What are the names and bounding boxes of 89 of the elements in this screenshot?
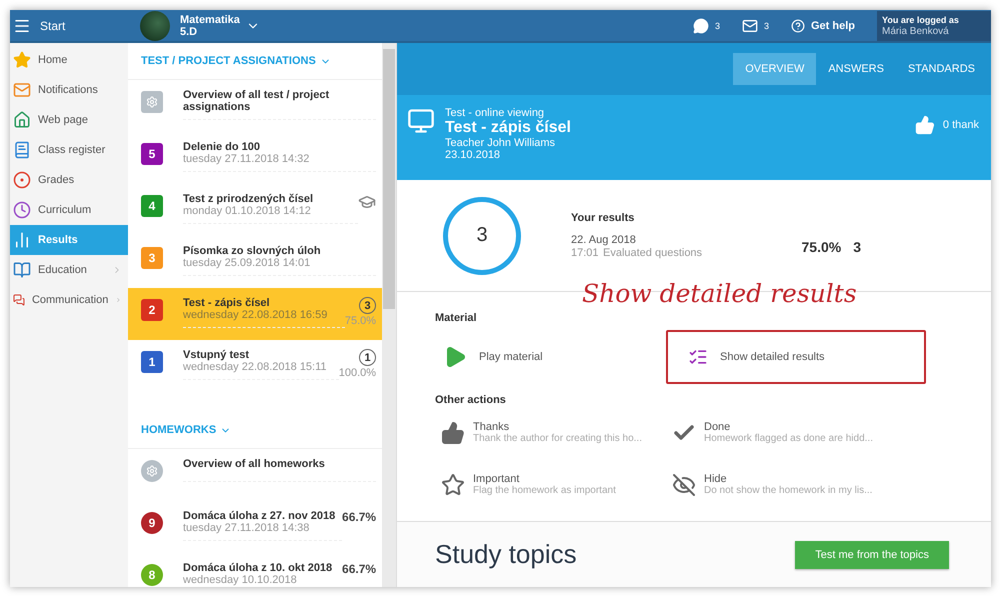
book-icon — [13, 141, 31, 159]
number-badge: 5 — [141, 143, 163, 165]
results-title: Your results — [571, 212, 636, 224]
item-date: wednesday 10.10.2018 — [183, 574, 298, 586]
teacher-name: Teacher John Williams — [445, 137, 556, 149]
sidebar-item[interactable]: Grades — [10, 165, 128, 195]
test-title: Test - zápis čísel — [445, 119, 572, 137]
result-note: Evaluated questions — [602, 247, 702, 259]
score-ring: 3 — [443, 196, 521, 274]
message-count: 3 — [714, 20, 720, 30]
number-badge: 9 — [141, 512, 163, 534]
item-date: tuesday 27.11.2018 14:38 — [183, 522, 310, 534]
item-title: Domáca úloha z 10. okt 2018 — [183, 562, 334, 574]
action-description: Homework flagged as done are hidd... — [704, 433, 873, 445]
material-link[interactable]: Play material — [435, 330, 650, 384]
sidebar-item[interactable]: Education — [10, 255, 128, 285]
start-label[interactable]: Start — [40, 18, 66, 32]
eye-off-icon[interactable] — [672, 473, 696, 497]
result-percent: 75.0% — [802, 238, 842, 254]
thumbs-up-icon[interactable] — [441, 421, 465, 445]
action-title[interactable]: Hide — [704, 473, 872, 485]
percent: 100.0% — [338, 367, 376, 379]
list-item[interactable]: 2 Test - zápis čísel wednesday 22.08.2018 16:59 3 75.0% — [128, 288, 382, 340]
result-time: 17:01 — [571, 247, 599, 259]
envelope-icon — [13, 81, 31, 99]
annotation-label: Show detailed results — [582, 279, 857, 308]
item-title: Test z prirodzených čísel — [183, 193, 314, 205]
sidebar-item[interactable]: Home — [10, 45, 128, 75]
test-type: Test - online viewing — [445, 107, 546, 119]
tab[interactable]: ANSWERS — [816, 53, 896, 85]
material-link[interactable]: Show detailed results — [666, 330, 926, 384]
test-date: 23.10.2018 — [445, 149, 502, 161]
class-name[interactable]: Matematika — [180, 14, 240, 26]
envelope-icon[interactable] — [742, 18, 758, 34]
scrollbar[interactable] — [382, 43, 396, 587]
star-icon — [13, 51, 31, 69]
house-icon — [13, 111, 31, 129]
sidebar-item[interactable]: Notifications — [10, 75, 128, 105]
score: 3 — [359, 297, 376, 314]
other-actions-title: Other actions — [435, 394, 507, 406]
number-badge: 2 — [141, 299, 163, 321]
item-date: wednesday 22.08.2018 16:59 — [183, 309, 328, 321]
item-title: Delenie do 100 — [183, 141, 262, 153]
action-description: Flag the homework as important — [473, 485, 616, 497]
class-photo-placeholder — [140, 10, 170, 40]
class-section: 5.D — [180, 26, 240, 38]
item-title: Test - zápis čísel — [183, 297, 271, 309]
item-title: Písomka zo slovných úloh — [183, 245, 322, 257]
item-title: Overview of all test / project assignations — [183, 89, 330, 113]
item-date: monday 01.10.2018 14:12 — [183, 205, 312, 217]
thanks-count: 0 thank — [942, 119, 979, 131]
number-badge: 4 — [141, 195, 163, 217]
result-points: 3 — [853, 238, 861, 254]
action-description: Thank the author for creating this ho... — [473, 433, 642, 445]
help-link[interactable]: Get help — [810, 20, 855, 32]
study-topics-title: Study topics — [435, 539, 577, 570]
tab[interactable]: STANDARDS — [896, 53, 987, 85]
number-badge: 8 — [141, 564, 163, 586]
sidebar-item[interactable]: Class register — [10, 135, 128, 165]
clock-icon — [13, 201, 31, 219]
action-title[interactable]: Done — [704, 421, 873, 433]
item-title: Domáca úloha z 27. nov 2018 — [183, 510, 336, 522]
percent: 66.7% — [342, 562, 376, 576]
user-box[interactable]: You are logged as Mária Benková — [877, 10, 991, 40]
star-icon[interactable] — [441, 473, 465, 497]
target-icon — [13, 171, 31, 189]
item-date: wednesday 22.08.2018 15:11 — [183, 361, 328, 373]
action-description: Do not show the homework in my lis... — [704, 485, 872, 497]
item-date: tuesday 27.11.2018 14:32 — [183, 153, 310, 165]
percent: 66.7% — [342, 510, 376, 524]
item-title: Overview of all homeworks — [183, 458, 326, 470]
number-badge: 3 — [141, 247, 163, 269]
percent: 75.0% — [344, 315, 376, 327]
sidebar-item[interactable]: Web page — [10, 105, 128, 135]
item-title: Vstupný test — [183, 349, 250, 361]
score: 1 — [359, 349, 376, 366]
chat-icon[interactable] — [692, 18, 709, 34]
open-book-icon — [13, 261, 31, 279]
mail-count: 3 — [764, 20, 769, 30]
result-date: 22. Aug 2018 — [571, 234, 637, 246]
number-badge: 1 — [141, 351, 163, 373]
action-title[interactable]: Important — [473, 473, 616, 485]
sidebar-item[interactable]: Curriculum — [10, 195, 128, 225]
material-title: Material — [435, 312, 478, 324]
item-date: tuesday 25.09.2018 14:01 — [183, 257, 312, 269]
help-icon[interactable] — [790, 18, 805, 32]
action-title[interactable]: Thanks — [473, 421, 642, 433]
sidebar-item[interactable]: Communication — [10, 285, 128, 315]
bar-chart-icon — [13, 231, 31, 249]
